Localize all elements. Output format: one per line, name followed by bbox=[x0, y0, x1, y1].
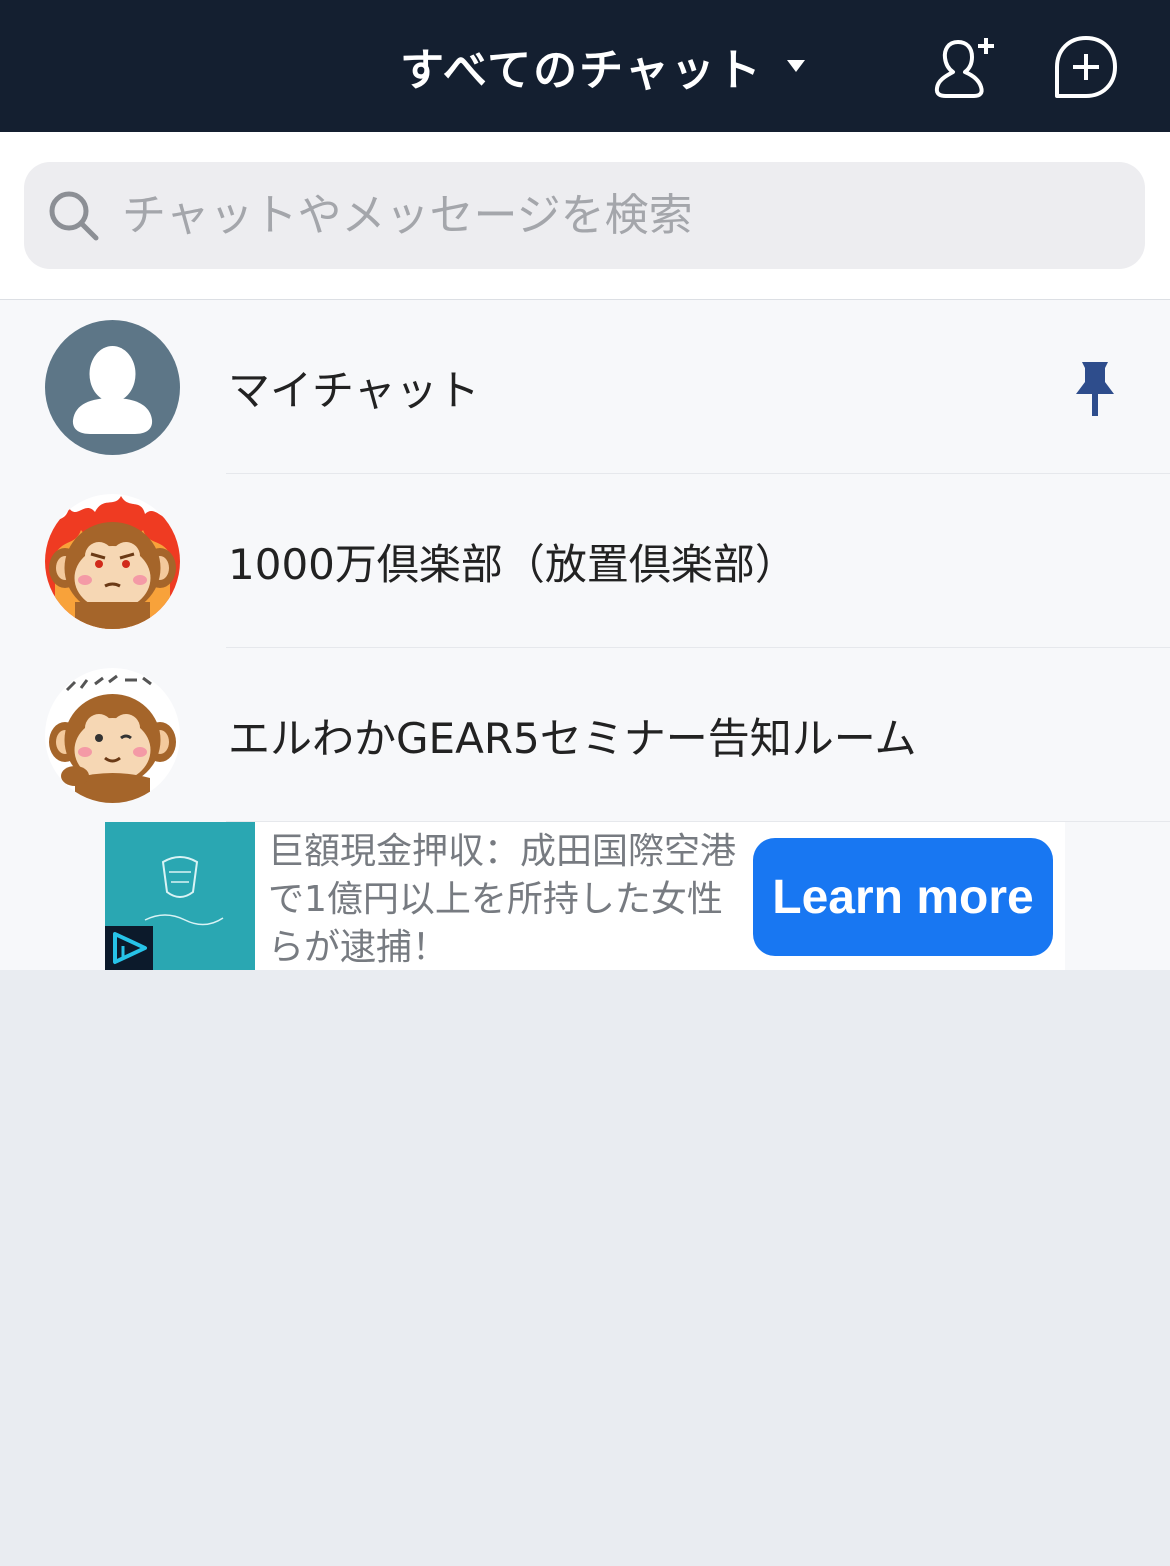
ad-banner[interactable]: 巨額現金押収：成田国際空港で1億円以上を所持した女性らが逮捕！ Learn mo… bbox=[0, 822, 1170, 970]
add-friend-button[interactable] bbox=[928, 32, 1000, 104]
learn-more-button[interactable]: Learn more bbox=[753, 838, 1053, 956]
ad-image bbox=[105, 822, 255, 970]
avatar bbox=[45, 668, 180, 803]
chat-item[interactable]: エルわかGEAR5セミナー告知ルーム bbox=[0, 648, 1170, 822]
chat-item[interactable]: マイチャット bbox=[0, 300, 1170, 474]
angry-monkey-avatar bbox=[45, 494, 180, 629]
chat-item[interactable]: 1000万倶楽部（放置倶楽部） bbox=[0, 474, 1170, 648]
pin-icon[interactable] bbox=[1072, 358, 1118, 418]
ad-thumbnail[interactable] bbox=[105, 822, 255, 970]
top-bar: すべてのチャット bbox=[0, 0, 1170, 132]
add-friend-icon bbox=[934, 38, 994, 98]
default-person-icon bbox=[45, 320, 180, 455]
avatar bbox=[45, 494, 180, 629]
ad-headline[interactable]: 巨額現金押収：成田国際空港で1億円以上を所持した女性らが逮捕！ bbox=[268, 828, 738, 970]
avatar bbox=[45, 320, 180, 455]
header-title: すべてのチャット bbox=[400, 45, 763, 96]
chat-name: 1000万倶楽部（放置倶楽部） bbox=[228, 539, 797, 589]
chat-list: マイチャット 1000万倶楽部（放置倶楽部） エルわかGEAR5セミナー告知ルー… bbox=[0, 300, 1170, 822]
new-chat-button[interactable] bbox=[1050, 32, 1122, 104]
search-icon bbox=[49, 191, 99, 240]
chat-name: エルわかGEAR5セミナー告知ルーム bbox=[228, 713, 917, 763]
caret-down-icon bbox=[786, 60, 805, 72]
new-chat-icon bbox=[1055, 36, 1117, 98]
search-area bbox=[0, 132, 1170, 300]
chat-name: マイチャット bbox=[228, 365, 480, 415]
chat-filter-dropdown[interactable]: すべてのチャット bbox=[400, 30, 805, 102]
winking-monkey-avatar bbox=[45, 668, 180, 803]
ad-content[interactable]: 巨額現金押収：成田国際空港で1億円以上を所持した女性らが逮捕！ Learn mo… bbox=[105, 822, 1065, 970]
search-bar[interactable] bbox=[24, 162, 1145, 269]
search-input[interactable] bbox=[120, 189, 1084, 242]
